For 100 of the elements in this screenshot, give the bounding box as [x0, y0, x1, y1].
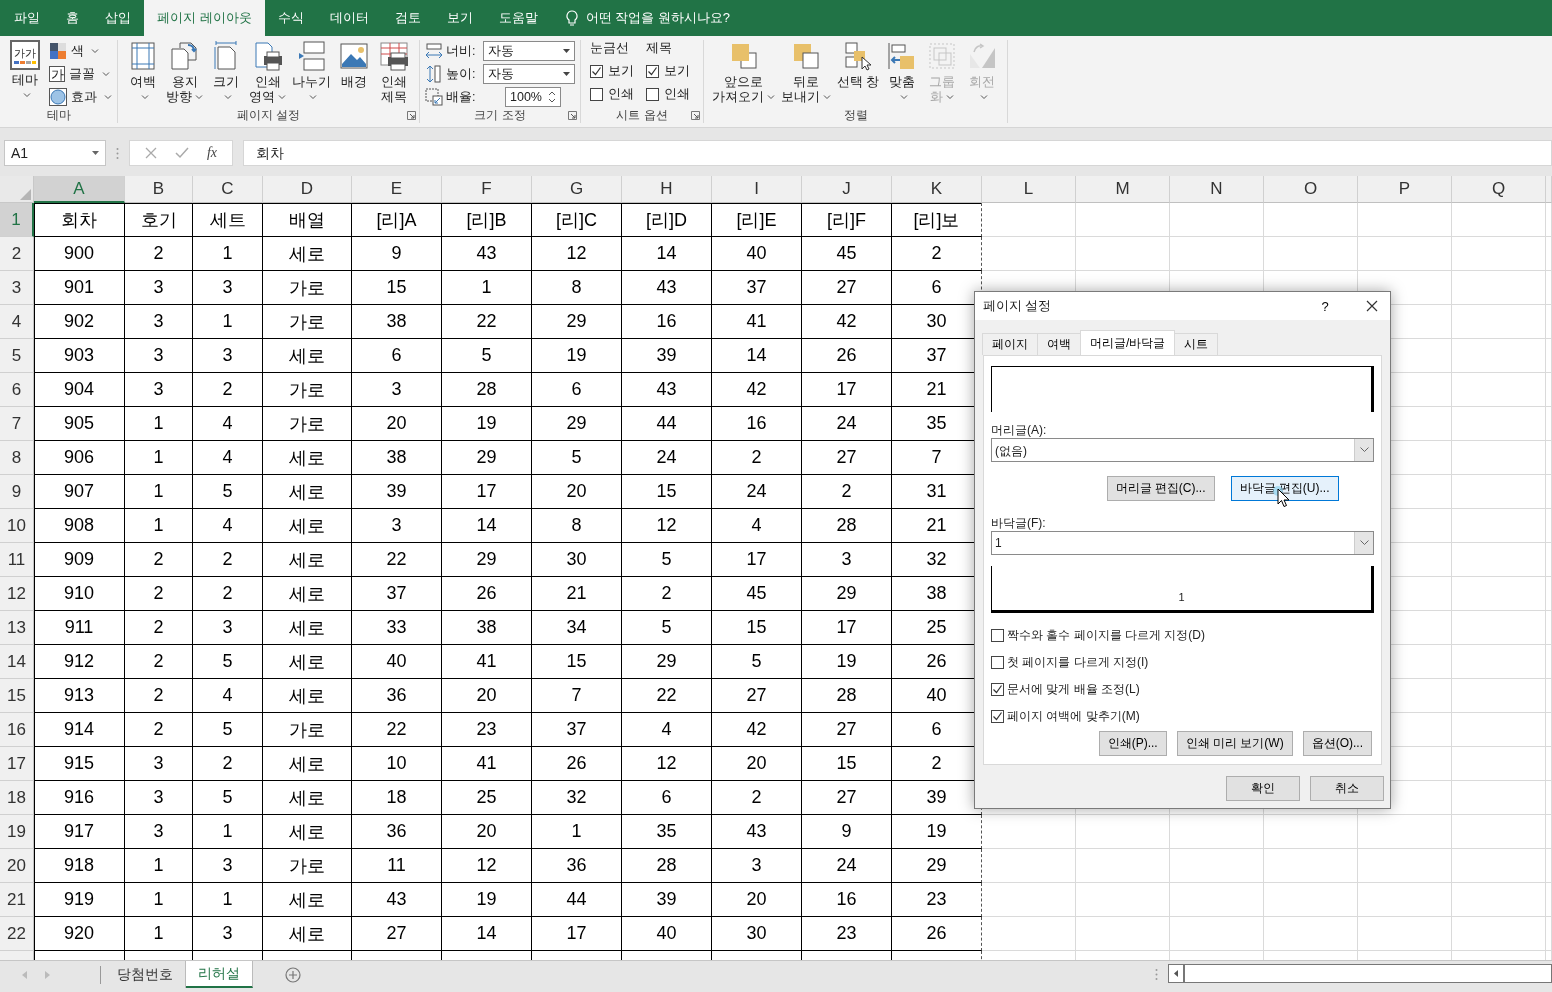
column-header[interactable]: C	[193, 176, 263, 203]
ribbon-button[interactable]: 효과	[49, 87, 112, 107]
ribbon-tab[interactable]: 보기	[433, 0, 486, 36]
row-header[interactable]: 14	[0, 645, 34, 679]
ribbon-tab[interactable]: 홈	[53, 0, 92, 36]
checkbox[interactable]	[590, 88, 603, 101]
column-header[interactable]: O	[1264, 176, 1358, 203]
dialog-tab[interactable]: 머리글/바닥글	[1080, 330, 1176, 355]
row-header[interactable]: 5	[0, 339, 34, 373]
tell-me-field[interactable]: 어떤 작업을 원하시나요?	[585, 9, 731, 27]
ribbon-button[interactable]: 인쇄 영역	[246, 40, 289, 107]
row-header[interactable]: 18	[0, 781, 34, 815]
ribbon-button[interactable]: 가가 테마	[5, 40, 45, 107]
row-header[interactable]: 17	[0, 747, 34, 781]
ribbon-button[interactable]: 색	[49, 41, 112, 61]
column-header[interactable]: J	[802, 176, 892, 203]
checkbox[interactable]	[590, 65, 603, 78]
dialog-button[interactable]: 인쇄(P)...	[1098, 731, 1167, 756]
ribbon-button[interactable]: 선택 창	[834, 40, 883, 107]
insert-function-button[interactable]: fx	[206, 145, 217, 161]
column-header[interactable]: H	[622, 176, 712, 203]
column-header[interactable]: M	[1076, 176, 1170, 203]
field-label: 너비:	[446, 42, 477, 60]
column-header[interactable]: N	[1170, 176, 1264, 203]
column-header[interactable]: A	[34, 176, 125, 203]
dropdown-field[interactable]: 1	[991, 530, 1374, 555]
column-header[interactable]: I	[712, 176, 802, 203]
checkbox[interactable]	[991, 656, 1004, 669]
checkbox[interactable]	[646, 88, 659, 101]
row-header[interactable]: 20	[0, 849, 34, 883]
column-header[interactable]: G	[532, 176, 622, 203]
row-header[interactable]: 3	[0, 271, 34, 305]
group-label: 크기 조정	[474, 107, 526, 123]
caret-icon	[767, 95, 775, 101]
ribbon-tab[interactable]: 페이지 레이아웃	[144, 0, 265, 36]
ribbon-tab[interactable]: 데이터	[316, 0, 382, 36]
ribbon-button[interactable]: 인쇄 제목	[374, 40, 414, 107]
ribbon-button[interactable]: 여백	[123, 40, 163, 107]
dropdown-field[interactable]: 자동	[483, 41, 575, 61]
dropdown-field[interactable]: 자동	[483, 64, 575, 84]
ribbon-button[interactable]: 나누기	[289, 40, 334, 107]
row-header[interactable]: 11	[0, 543, 34, 577]
ribbon-tab[interactable]: 도움말	[485, 0, 551, 36]
horizontal-scrollbar[interactable]	[1168, 964, 1552, 983]
ribbon-tab[interactable]: 수식	[264, 0, 317, 36]
table-cell: 세로	[263, 815, 352, 849]
row-header[interactable]: 4	[0, 305, 34, 339]
checkbox[interactable]	[991, 710, 1004, 723]
column-header[interactable]: P	[1358, 176, 1452, 203]
column-header[interactable]: E	[352, 176, 442, 203]
ribbon-button[interactable]: 앞으로 가져오기	[709, 40, 778, 107]
dialog-tab[interactable]: 페이지	[982, 333, 1038, 355]
ribbon-tab[interactable]: 검토	[381, 0, 434, 36]
dialog-button[interactable]: 옵션(O)...	[1302, 731, 1372, 756]
row-header[interactable]: 19	[0, 815, 34, 849]
ribbon-button[interactable]: 용지 방향	[163, 40, 206, 107]
table-cell: [리]B	[442, 203, 532, 237]
column-header[interactable]: D	[263, 176, 352, 203]
row-header[interactable]: 10	[0, 509, 34, 543]
ribbon-button[interactable]: 배경	[334, 40, 374, 107]
table-cell: 29	[442, 543, 532, 577]
formula-field[interactable]: 회차	[243, 140, 1552, 166]
ribbon-button[interactable]: 맞춤	[882, 40, 923, 107]
row-header[interactable]: 8	[0, 441, 34, 475]
column-header[interactable]: K	[892, 176, 982, 203]
spinner-field[interactable]: 100%	[505, 87, 561, 107]
checkbox[interactable]	[991, 629, 1004, 642]
ribbon-button[interactable]: 뒤로 보내기	[778, 40, 834, 107]
checkbox[interactable]	[991, 683, 1004, 696]
help-button[interactable]: ?	[1310, 293, 1340, 319]
dropdown-field[interactable]: (없음)	[991, 437, 1374, 462]
dialog-tab[interactable]: 시트	[1174, 333, 1219, 355]
column-header[interactable]: B	[125, 176, 193, 203]
row-header[interactable]: 12	[0, 577, 34, 611]
row-header[interactable]: 21	[0, 883, 34, 917]
row-header[interactable]: 7	[0, 407, 34, 441]
row-header[interactable]: 6	[0, 373, 34, 407]
row-header[interactable]: 2	[0, 237, 34, 271]
dialog-button[interactable]: 인쇄 미리 보기(W)	[1176, 731, 1293, 756]
column-header[interactable]: Q	[1452, 176, 1546, 203]
checkbox[interactable]	[646, 65, 659, 78]
ribbon-tab[interactable]: 파일	[1, 0, 53, 36]
caret-icon	[946, 95, 955, 101]
sheet-tab[interactable]: 리허설	[186, 961, 253, 988]
ribbon-button[interactable]: 가 글꼴	[49, 64, 112, 84]
row-header[interactable]: 13	[0, 611, 34, 645]
row-header[interactable]: 15	[0, 679, 34, 713]
ribbon-tab[interactable]: 삽입	[92, 0, 144, 36]
ribbon-button[interactable]: 크기	[206, 40, 246, 107]
name-box[interactable]: A1	[4, 140, 106, 166]
column-header[interactable]: F	[442, 176, 532, 203]
row-header[interactable]: 16	[0, 713, 34, 747]
row-header[interactable]: 9	[0, 475, 34, 509]
table-cell: 27	[352, 917, 442, 951]
column-header[interactable]: L	[982, 176, 1076, 203]
row-header[interactable]: 22	[0, 917, 34, 951]
dialog-button[interactable]: 취소	[1310, 776, 1384, 801]
edit-button[interactable]: 머리글 편집(C)...	[1106, 475, 1215, 501]
dialog-button[interactable]: 확인	[1226, 776, 1300, 801]
row-header[interactable]: 1	[0, 203, 34, 237]
